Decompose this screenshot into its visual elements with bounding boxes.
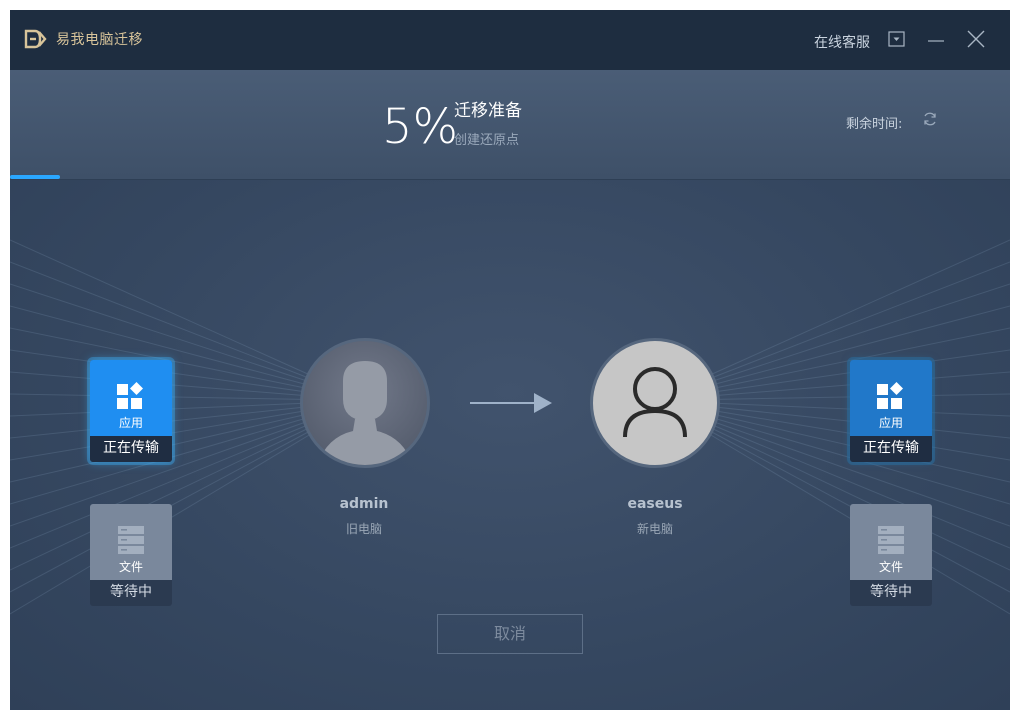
tile-label: 文件 bbox=[118, 560, 143, 574]
stage-title: 迁移准备 bbox=[454, 101, 522, 121]
tile-label: 应用 bbox=[118, 416, 143, 430]
source-pc-name: admin bbox=[339, 496, 389, 512]
refresh-icon bbox=[924, 112, 936, 126]
dropdown-icon[interactable] bbox=[886, 28, 908, 50]
files-icon bbox=[878, 526, 904, 554]
tile-status: 正在传输 bbox=[90, 436, 172, 462]
tile-status: 等待中 bbox=[850, 580, 932, 606]
files-icon bbox=[118, 526, 144, 554]
logo-icon bbox=[24, 29, 47, 49]
progress-bar-fill bbox=[10, 175, 60, 179]
tile-status: 等待中 bbox=[90, 580, 172, 606]
target-files-tile[interactable]: 文件 等待中 bbox=[850, 504, 932, 606]
minimize-icon[interactable] bbox=[925, 28, 947, 50]
app-title: 易我电脑迁移 bbox=[56, 32, 143, 48]
apps-icon bbox=[117, 382, 143, 409]
target-pc-role: 新电脑 bbox=[636, 522, 673, 536]
cancel-button[interactable]: 取消 bbox=[437, 614, 583, 654]
transfer-area: 应用 正在传输 文件 等待中 应用 正在传输 文件 等待中 admin 旧电脑 … bbox=[10, 180, 1010, 710]
apps-icon bbox=[877, 382, 903, 409]
user-silhouette-icon bbox=[317, 361, 413, 465]
target-pc-avatar bbox=[590, 338, 720, 468]
remaining-time-label: 剩余时间: bbox=[846, 117, 903, 132]
title-bar: 易我电脑迁移 在线客服 bbox=[10, 10, 1010, 70]
app-window: 易我电脑迁移 在线客服 5% 迁移准备 创建还原点 剩余时间: 应用 正在传输 … bbox=[10, 10, 1010, 710]
tile-label: 应用 bbox=[878, 416, 903, 430]
source-pc-avatar bbox=[300, 338, 430, 468]
progress-header: 5% 迁移准备 创建还原点 剩余时间: bbox=[10, 70, 1010, 180]
progress-percent: 5% bbox=[382, 99, 459, 155]
user-outline-icon bbox=[623, 367, 687, 438]
target-pc-name: easeus bbox=[627, 496, 683, 512]
source-pc-role: 旧电脑 bbox=[345, 522, 382, 536]
source-apps-tile[interactable]: 应用 正在传输 bbox=[90, 360, 172, 462]
tile-label: 文件 bbox=[878, 560, 903, 574]
stage-subtitle: 创建还原点 bbox=[454, 133, 520, 148]
close-icon[interactable] bbox=[965, 28, 987, 50]
online-service-link[interactable]: 在线客服 bbox=[814, 32, 870, 52]
source-files-tile[interactable]: 文件 等待中 bbox=[90, 504, 172, 606]
tile-status: 正在传输 bbox=[850, 436, 932, 462]
target-apps-tile[interactable]: 应用 正在传输 bbox=[850, 360, 932, 462]
transfer-arrow-icon bbox=[470, 393, 552, 413]
